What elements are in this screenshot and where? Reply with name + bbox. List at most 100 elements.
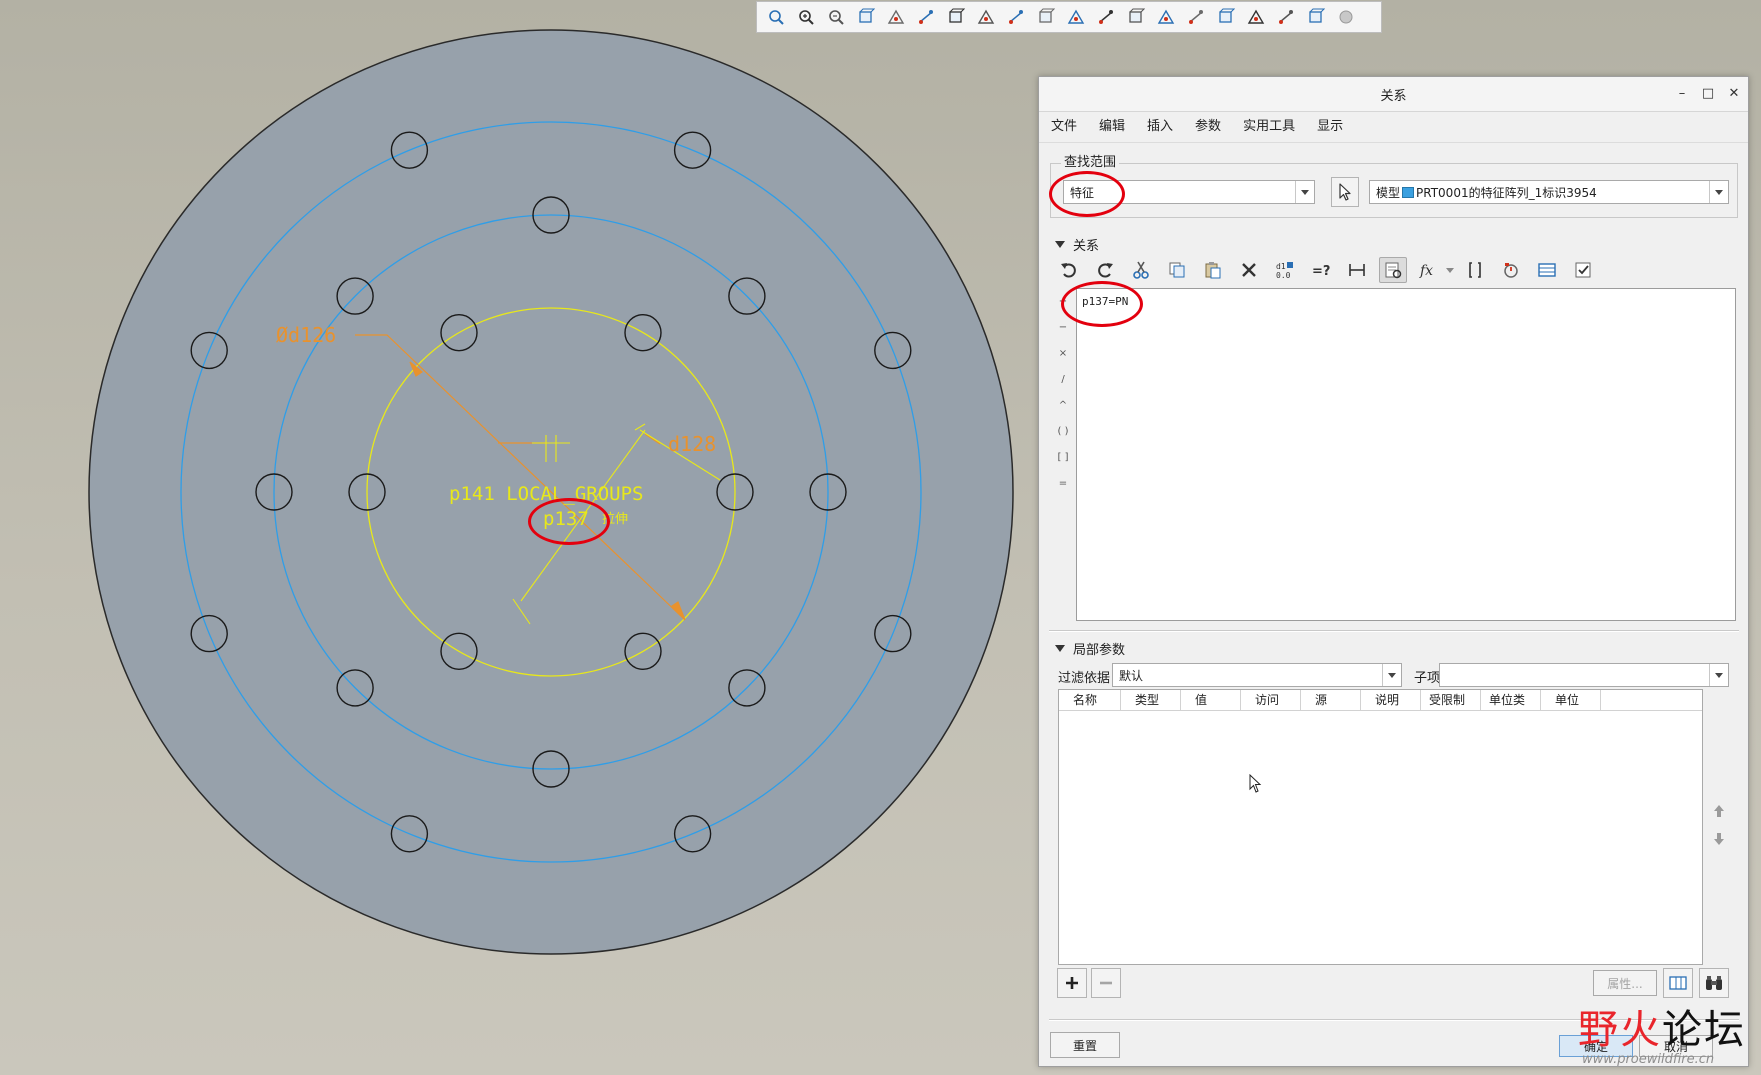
column-unit-quantity[interactable]: 单位类 [1481, 690, 1541, 710]
collapse-arrow-icon[interactable] [1055, 645, 1065, 652]
relations-section-header[interactable]: 关系 [1055, 235, 1099, 254]
lookup-object-select[interactable]: 模型 PRT0001的特征阵列_1标识3954 [1369, 180, 1729, 204]
relation-line[interactable]: p137=PN [1082, 295, 1730, 308]
display-style-button[interactable] [915, 6, 937, 28]
dialog-titlebar[interactable]: 关系 – □ ✕ [1039, 77, 1748, 112]
local-parameters-button[interactable] [1533, 257, 1561, 283]
find-button[interactable] [1699, 968, 1729, 998]
reset-button[interactable]: 重置 [1050, 1032, 1120, 1058]
paste-button[interactable] [1199, 257, 1227, 283]
plane-display-button[interactable] [1125, 6, 1147, 28]
move-down-button[interactable] [1712, 831, 1726, 847]
operator-equals[interactable]: = [1059, 471, 1067, 497]
refit-button[interactable] [765, 6, 787, 28]
zoom-in-button[interactable] [795, 6, 817, 28]
table-icon [1538, 263, 1556, 277]
remove-parameter-button[interactable] [1091, 968, 1121, 998]
select-object-button[interactable] [1331, 177, 1359, 207]
delete-button[interactable] [1235, 257, 1263, 283]
dim-diameter-label[interactable]: Ød126 [276, 323, 336, 347]
measure-button[interactable] [1343, 257, 1371, 283]
columns-button[interactable] [1663, 968, 1693, 998]
show-values-button[interactable]: d1 0.0 [1271, 257, 1299, 283]
insert-brackets-button[interactable] [1461, 257, 1489, 283]
subitem-select[interactable] [1439, 663, 1729, 687]
move-up-button[interactable] [1712, 803, 1726, 819]
menu-utilities[interactable]: 实用工具 [1232, 112, 1306, 142]
redo-button[interactable] [1091, 257, 1119, 283]
chevron-down-icon[interactable] [1382, 664, 1401, 686]
insert-function-button[interactable]: fx [1415, 257, 1443, 283]
pattern-label[interactable]: p141 LOCAL_GROUPS [449, 483, 643, 505]
close-button[interactable]: ✕ [1726, 84, 1742, 102]
delete-icon [1242, 263, 1256, 277]
section-button[interactable] [1005, 6, 1027, 28]
verify-button[interactable] [1497, 257, 1525, 283]
relations-editor[interactable]: p137=PN [1076, 288, 1736, 621]
maximize-button[interactable]: □ [1700, 84, 1716, 102]
properties-button[interactable]: 属性... [1593, 970, 1657, 996]
local-params-table[interactable]: 名称 类型 值 访问 源 说明 受限制 单位类 单位 [1058, 689, 1703, 965]
menu-edit[interactable]: 编辑 [1088, 112, 1136, 142]
operator-brackets[interactable]: [ ] [1058, 445, 1069, 471]
local-params-section-header[interactable]: 局部参数 [1055, 639, 1125, 658]
check-syntax-button[interactable] [1569, 257, 1597, 283]
column-description[interactable]: 说明 [1361, 690, 1421, 710]
datum-display-icon [1099, 10, 1113, 24]
point-display-button[interactable] [1185, 6, 1207, 28]
operator-divide[interactable]: / [1061, 367, 1064, 393]
function-dropdown[interactable] [1445, 257, 1455, 283]
operator-plus[interactable]: + [1059, 289, 1067, 315]
add-parameter-button[interactable] [1057, 968, 1087, 998]
minimize-button[interactable]: – [1674, 84, 1690, 102]
menu-file[interactable]: 文件 [1051, 112, 1088, 142]
column-type[interactable]: 类型 [1121, 690, 1181, 710]
column-name[interactable]: 名称 [1059, 690, 1121, 710]
chevron-down-icon[interactable] [1295, 181, 1314, 203]
param-label[interactable]: p137 [543, 508, 589, 530]
operator-multiply[interactable]: × [1059, 341, 1067, 367]
column-unit[interactable]: 单位 [1541, 690, 1601, 710]
chevron-down-icon[interactable] [1709, 664, 1728, 686]
section-divider[interactable] [1049, 630, 1739, 632]
perspective-button[interactable] [1035, 6, 1057, 28]
column-access[interactable]: 访问 [1241, 690, 1301, 710]
render-button[interactable] [1305, 6, 1327, 28]
lookup-type-select[interactable]: 特征 [1063, 180, 1315, 204]
operator-power[interactable]: ^ [1059, 393, 1067, 419]
copy-button[interactable] [1163, 257, 1191, 283]
operator-parens[interactable]: ( ) [1058, 419, 1069, 445]
repaint-button[interactable] [855, 6, 877, 28]
shading-button[interactable] [885, 6, 907, 28]
spin-center-button[interactable] [1275, 6, 1297, 28]
saved-views-button[interactable] [945, 6, 967, 28]
appearance-button[interactable] [1065, 6, 1087, 28]
column-value[interactable]: 值 [1181, 690, 1241, 710]
dim-radius-label[interactable]: d128 [668, 432, 716, 456]
operator-minus[interactable]: − [1059, 315, 1067, 341]
annotation-display-button[interactable] [1245, 6, 1267, 28]
column-restricted[interactable]: 受限制 [1421, 690, 1481, 710]
cut-button[interactable] [1127, 257, 1155, 283]
copy-icon [1169, 262, 1185, 278]
sort-relations-button[interactable] [1379, 257, 1407, 283]
undo-button[interactable] [1055, 257, 1083, 283]
filter-select[interactable]: 默认 [1112, 663, 1402, 687]
menu-insert[interactable]: 插入 [1136, 112, 1184, 142]
csys-display-button[interactable] [1215, 6, 1237, 28]
chevron-down-icon[interactable] [1709, 181, 1728, 203]
table-icon [1669, 976, 1687, 990]
minus-icon [1100, 981, 1112, 985]
datum-display-button[interactable] [1095, 6, 1117, 28]
axis-display-button[interactable] [1155, 6, 1177, 28]
view-manager-button[interactable] [975, 6, 997, 28]
reorder-arrows [1712, 803, 1726, 847]
menu-display[interactable]: 显示 [1306, 112, 1354, 142]
collapse-arrow-icon[interactable] [1055, 241, 1065, 248]
column-source[interactable]: 源 [1301, 690, 1361, 710]
layer-button[interactable] [1335, 6, 1357, 28]
evaluate-button[interactable]: =? [1307, 257, 1335, 283]
zoom-out-button[interactable] [825, 6, 847, 28]
paste-icon [1205, 262, 1221, 279]
menu-parameters[interactable]: 参数 [1184, 112, 1232, 142]
